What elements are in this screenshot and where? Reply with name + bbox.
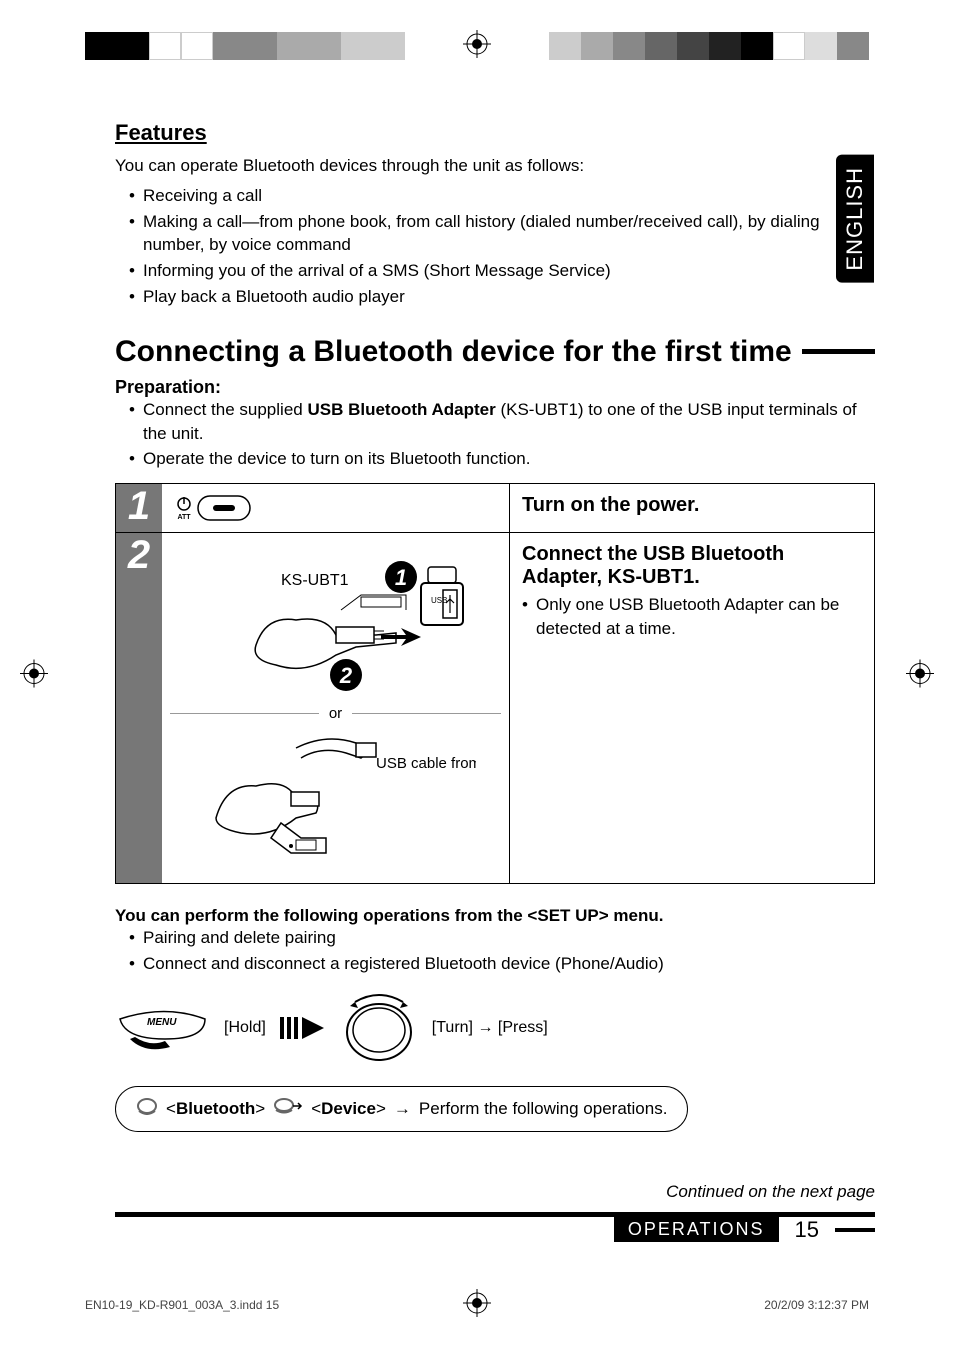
color-bar-right bbox=[549, 32, 869, 60]
continued-text: Continued on the next page bbox=[115, 1182, 875, 1202]
footer-tail-rule bbox=[835, 1228, 875, 1232]
features-heading: Features bbox=[115, 120, 875, 146]
print-timestamp: 20/2/09 3:12:37 PM bbox=[764, 1298, 869, 1312]
setup-list: Pairing and delete pairing Connect and d… bbox=[115, 926, 875, 976]
step2-bullets: Only one USB Bluetooth Adapter can be de… bbox=[522, 593, 862, 641]
step-row-2: 2 KS-UBT1 1 USB bbox=[116, 533, 874, 883]
setup-heading: You can perform the following operations… bbox=[115, 906, 875, 926]
color-bar-left bbox=[85, 32, 405, 60]
svg-text:1: 1 bbox=[394, 565, 406, 590]
step1-title: Turn on the power. bbox=[522, 494, 862, 517]
or-label: or bbox=[319, 705, 352, 722]
setup-section: You can perform the following operations… bbox=[115, 906, 875, 1132]
rotary-knob-icon bbox=[340, 992, 418, 1064]
list-item: Pairing and delete pairing bbox=[129, 926, 875, 950]
list-item: Connect and disconnect a registered Blue… bbox=[129, 952, 875, 976]
device-label: <Device> bbox=[311, 1099, 386, 1119]
svg-text:MENU: MENU bbox=[147, 1017, 177, 1028]
list-item: Connect the supplied USB Bluetooth Adapt… bbox=[129, 398, 875, 446]
connecting-heading: Connecting a Bluetooth device for the fi… bbox=[115, 335, 875, 369]
dial-arrow-icon bbox=[273, 1097, 303, 1121]
preparation-title: Preparation: bbox=[115, 377, 875, 398]
heading-rule bbox=[802, 349, 875, 354]
list-item: Operate the device to turn on its Blueto… bbox=[129, 447, 875, 471]
step-number: 2 bbox=[116, 533, 162, 883]
step1-instruction: Turn on the power. bbox=[510, 484, 874, 532]
bluetooth-device-path: <Bluetooth> <Device> → Perform the follo… bbox=[115, 1086, 688, 1132]
usb-cable-label: USB cable from the rear of the unit bbox=[376, 755, 476, 772]
step-number: 1 bbox=[116, 484, 162, 532]
list-item: Receiving a call bbox=[129, 184, 875, 208]
list-item: Informing you of the arrival of a SMS (S… bbox=[129, 259, 875, 283]
registration-mark-icon bbox=[906, 660, 934, 693]
list-item: Play back a Bluetooth audio player bbox=[129, 285, 875, 309]
bt-tail-text: Perform the following operations. bbox=[419, 1099, 668, 1119]
or-divider: or bbox=[170, 705, 501, 722]
print-file-name: EN10-19_KD-R901_003A_3.indd 15 bbox=[85, 1298, 279, 1312]
svg-text:KS-UBT1: KS-UBT1 bbox=[281, 572, 349, 589]
sequence-arrow-icon bbox=[280, 1015, 326, 1041]
registration-mark-icon bbox=[20, 660, 48, 693]
menu-sequence: MENU [Hold] bbox=[115, 992, 875, 1064]
steps-table: 1 ATT Turn on t bbox=[115, 483, 875, 884]
features-list: Receiving a call Making a call—from phon… bbox=[115, 184, 875, 309]
usb-cable-illustration: USB cable from the rear of the unit bbox=[196, 728, 476, 858]
content-area: Features You can operate Bluetooth devic… bbox=[115, 120, 875, 1243]
step2-illustration: KS-UBT1 1 USB bbox=[162, 533, 510, 883]
power-icon: ATT bbox=[176, 496, 192, 520]
registration-mark-icon bbox=[463, 30, 491, 63]
arrow: → bbox=[394, 1099, 411, 1119]
svg-text:2: 2 bbox=[338, 663, 352, 688]
prep-text-a: Connect the supplied bbox=[143, 400, 307, 419]
bluetooth-label: <Bluetooth> bbox=[166, 1099, 265, 1119]
heading-text: Connecting a Bluetooth device for the fi… bbox=[115, 335, 792, 369]
svg-text:USB: USB bbox=[431, 596, 447, 605]
step2-title: Connect the USB Bluetooth Adapter, KS-UB… bbox=[522, 543, 862, 589]
list-item: Making a call—from phone book, from call… bbox=[129, 210, 875, 258]
svg-text:ATT: ATT bbox=[177, 514, 191, 520]
menu-button-icon: MENU bbox=[115, 999, 210, 1057]
footer-section-label: OPERATIONS bbox=[614, 1217, 779, 1242]
usb-adapter-illustration: KS-UBT1 1 USB bbox=[196, 555, 476, 695]
turn-press-label: [Turn] → [Press] bbox=[432, 1019, 548, 1037]
step-row-1: 1 ATT Turn on t bbox=[116, 484, 874, 533]
page: ENGLISH Features You can operate Bluetoo… bbox=[0, 0, 954, 1352]
power-button-icon bbox=[197, 495, 251, 521]
prep-bold: USB Bluetooth Adapter bbox=[307, 400, 495, 419]
footer-bar: OPERATIONS 15 bbox=[115, 1212, 875, 1243]
list-item: Only one USB Bluetooth Adapter can be de… bbox=[522, 593, 862, 641]
step1-illustration: ATT bbox=[162, 484, 510, 532]
hold-label: [Hold] bbox=[224, 1019, 266, 1037]
page-number: 15 bbox=[779, 1217, 835, 1243]
print-job-footer: EN10-19_KD-R901_003A_3.indd 15 20/2/09 3… bbox=[85, 1298, 869, 1312]
preparation-list: Connect the supplied USB Bluetooth Adapt… bbox=[115, 398, 875, 471]
step2-instruction: Connect the USB Bluetooth Adapter, KS-UB… bbox=[510, 533, 874, 883]
features-intro: You can operate Bluetooth devices throug… bbox=[115, 154, 875, 178]
dial-icon bbox=[136, 1097, 158, 1121]
